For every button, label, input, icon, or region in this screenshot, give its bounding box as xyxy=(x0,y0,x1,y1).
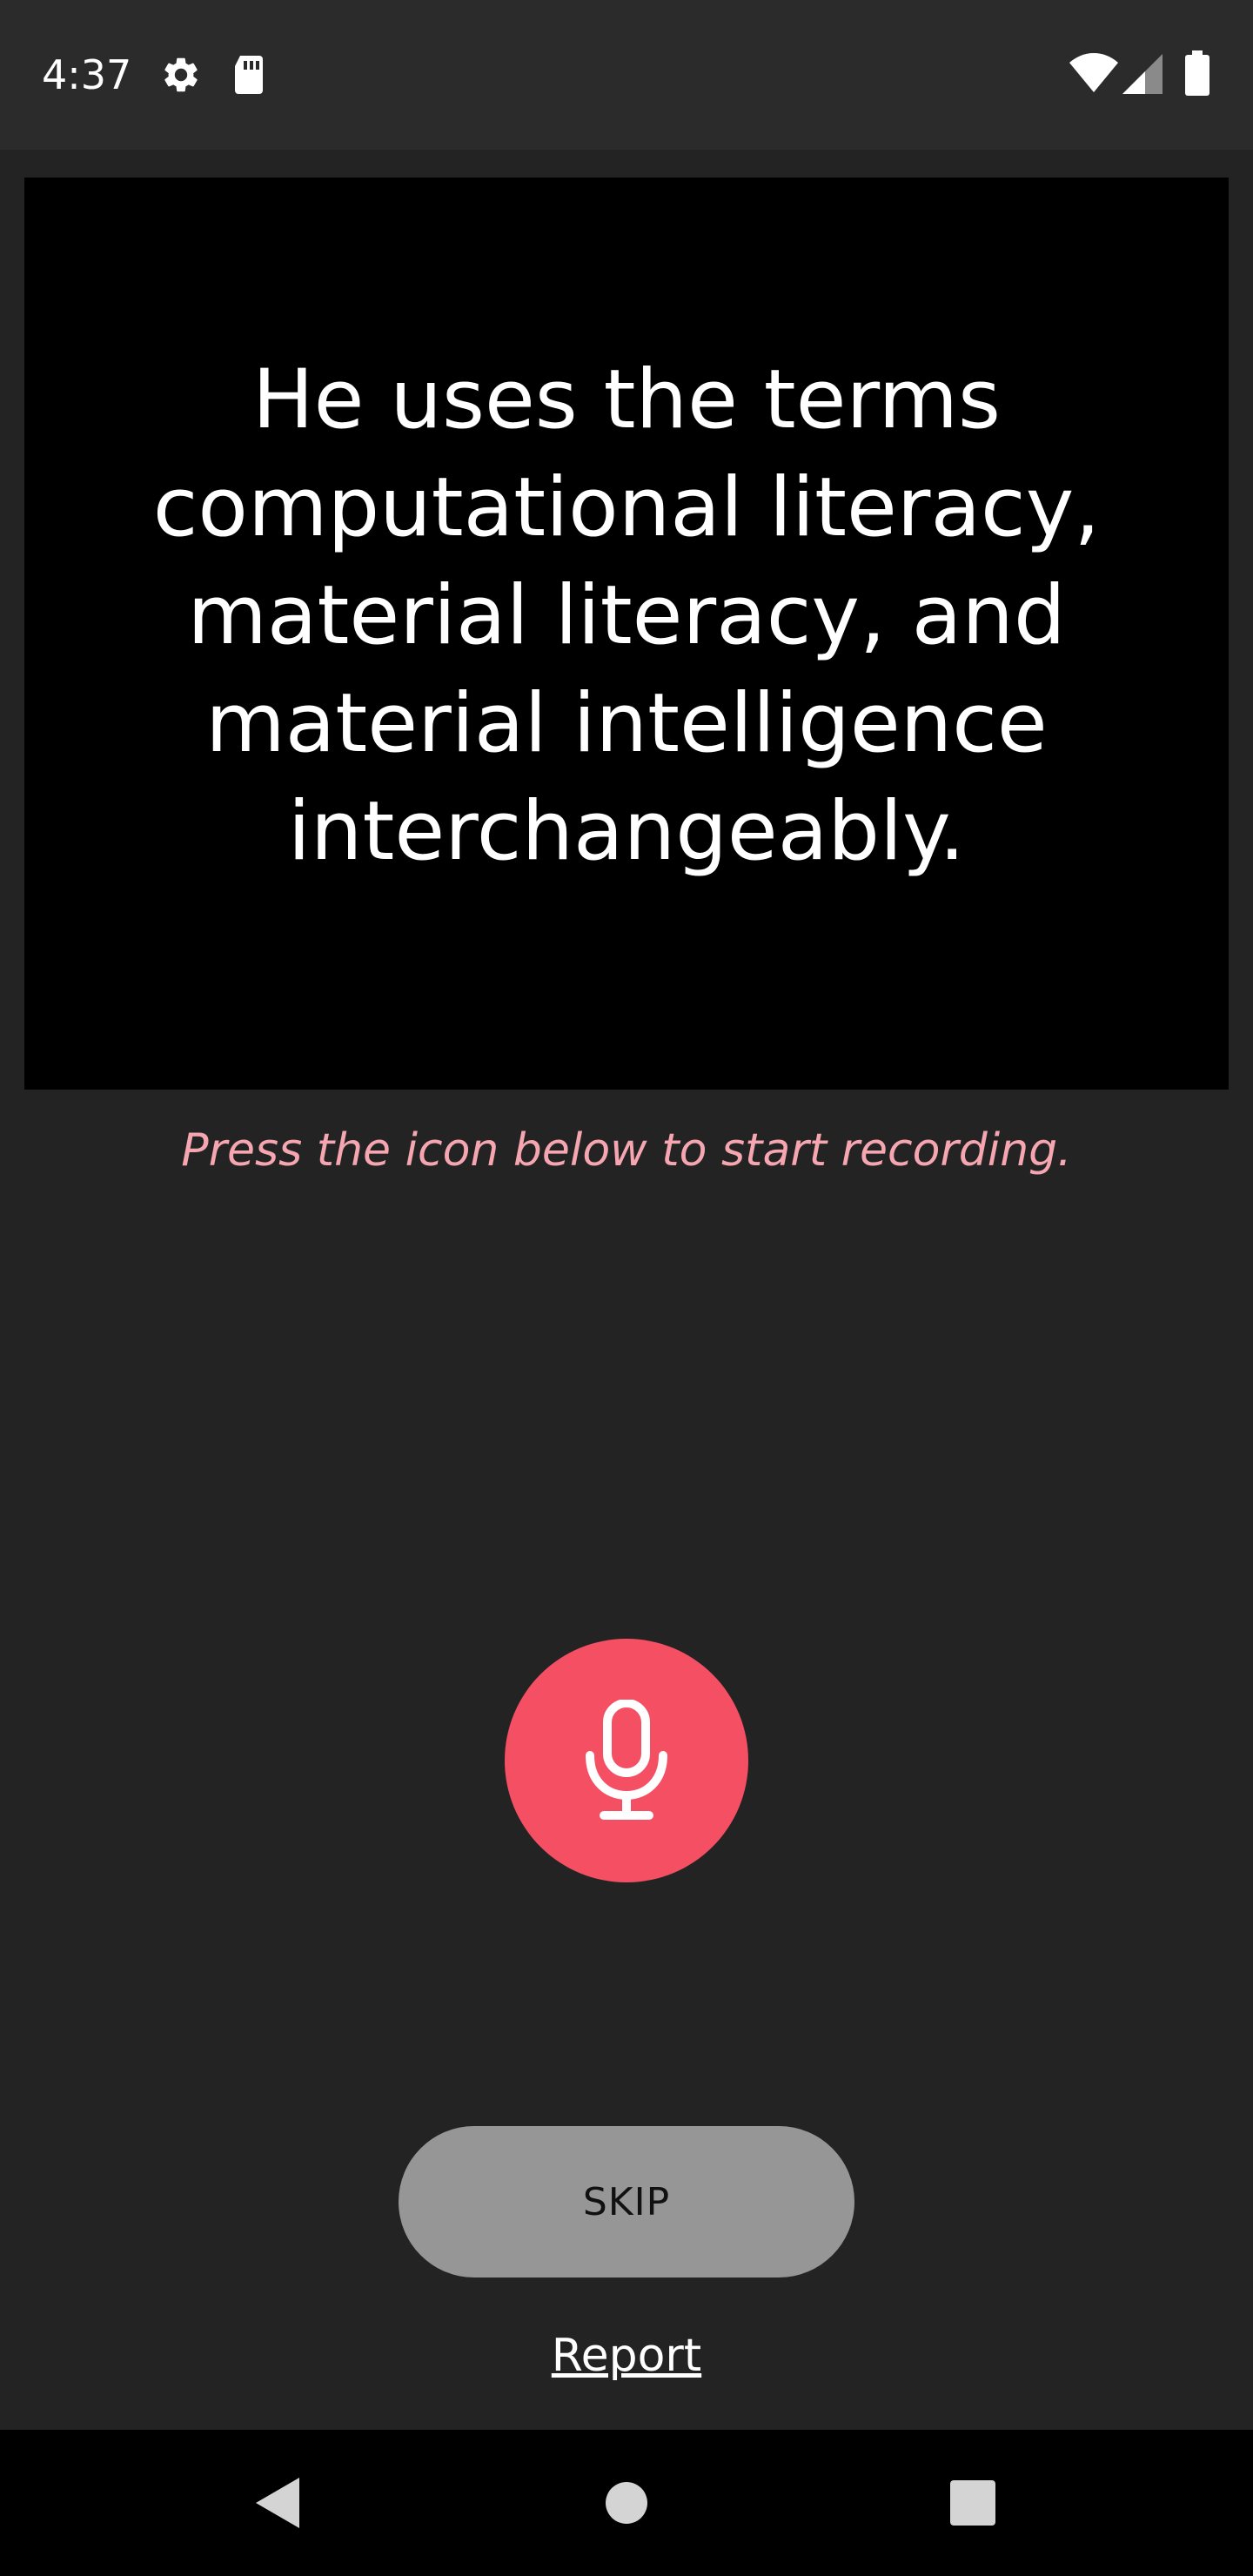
battery-icon xyxy=(1185,50,1209,96)
prompt-card: He uses the terms computational literacy… xyxy=(24,178,1229,1090)
skip-button[interactable]: SKIP xyxy=(399,2126,854,2277)
nav-back-button[interactable] xyxy=(190,2430,364,2576)
back-triangle-icon xyxy=(256,2478,299,2528)
navigation-bar xyxy=(0,2430,1253,2576)
screen: 4:37 He uses the terms computational lit… xyxy=(0,0,1253,2576)
recording-hint: Press the icon below to start recording. xyxy=(181,1124,1072,1177)
prompt-text: He uses the terms computational literacy… xyxy=(152,352,1101,879)
status-time: 4:37 xyxy=(42,51,132,98)
wifi-icon xyxy=(1069,53,1118,92)
home-circle-icon xyxy=(606,2482,647,2524)
microphone-icon xyxy=(586,1700,667,1820)
cell-signal-icon xyxy=(1122,54,1163,94)
record-button[interactable] xyxy=(505,1639,748,1882)
nav-recents-button[interactable] xyxy=(886,2430,1060,2576)
settings-gear-icon xyxy=(164,57,198,92)
sd-card-icon xyxy=(235,56,263,94)
recents-square-icon xyxy=(950,2480,995,2526)
status-bar: 4:37 xyxy=(0,0,1253,150)
report-link[interactable]: Report xyxy=(0,2325,1253,2386)
nav-home-button[interactable] xyxy=(539,2430,714,2576)
